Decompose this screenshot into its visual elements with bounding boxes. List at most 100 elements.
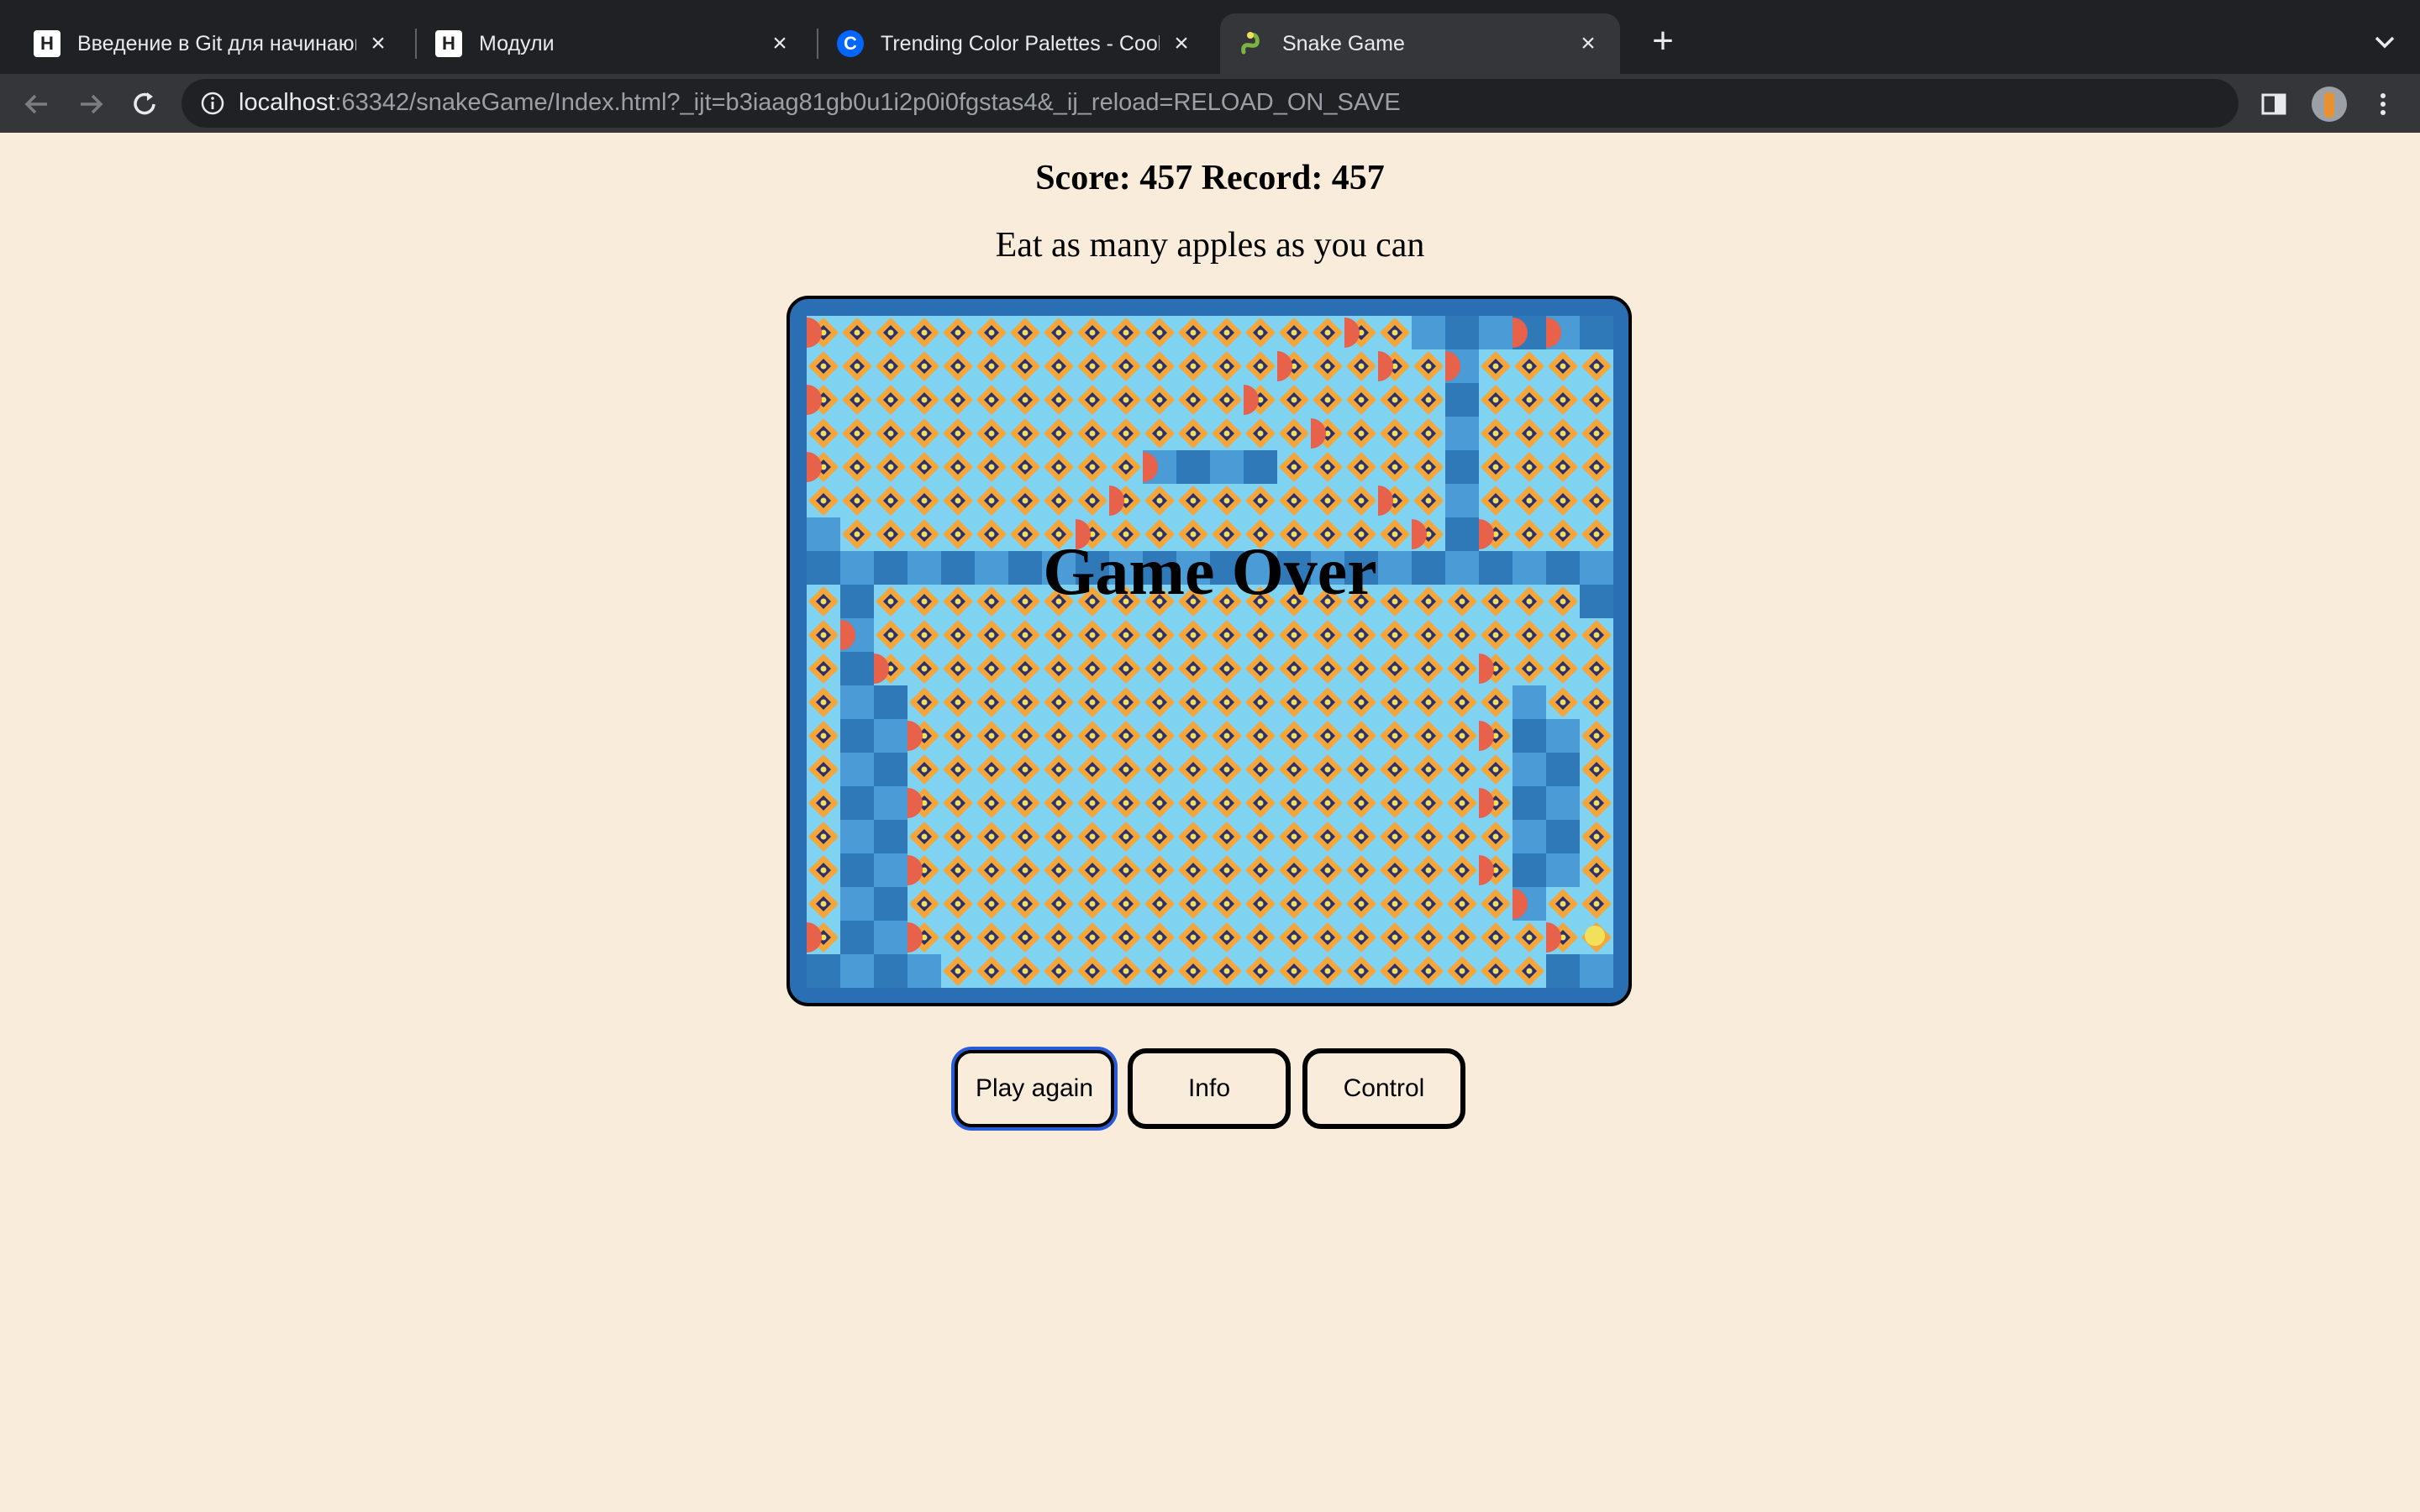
- snake-segment-dot: [1492, 632, 1499, 638]
- side-panel-button[interactable]: [2254, 84, 2294, 124]
- board-tile: [1412, 316, 1445, 349]
- avatar: [2312, 87, 2347, 122]
- forward-button[interactable]: [71, 84, 111, 124]
- snake-segment-dot: [1593, 464, 1600, 470]
- play-again-button[interactable]: Play again: [951, 1047, 1118, 1131]
- board-tile: [1176, 450, 1210, 484]
- snake-segment-dot: [1190, 934, 1197, 941]
- snake-segment-dot: [1291, 665, 1297, 672]
- snake-segment-dot: [1425, 934, 1432, 941]
- reload-icon: [134, 92, 155, 115]
- game-board[interactable]: [786, 296, 1632, 1006]
- new-tab-button[interactable]: +: [1643, 22, 1683, 62]
- side-panel-icon: [2261, 93, 2286, 115]
- snake-segment-dot: [1022, 430, 1028, 437]
- snake-segment-dot: [887, 329, 894, 336]
- snake-segment-dot: [1358, 632, 1365, 638]
- snake-segment-dot: [1190, 699, 1197, 706]
- snake-segment-dot: [1055, 464, 1062, 470]
- snake-segment-dot: [1526, 934, 1533, 941]
- snake-segment-dot: [1593, 363, 1600, 370]
- url-path: :63342/snakeGame/Index.html?_ijt=b3iaag8…: [334, 89, 1401, 116]
- snake-segment-dot: [1459, 732, 1465, 739]
- close-icon[interactable]: ×: [365, 30, 392, 57]
- tab-snake-game[interactable]: Snake Game ×: [1220, 13, 1620, 74]
- snake-segment-dot: [1089, 934, 1096, 941]
- snake-segment-dot: [1156, 430, 1163, 437]
- tab-modules[interactable]: H Модули ×: [417, 13, 812, 74]
- snake-segment-dot: [1223, 396, 1230, 403]
- snake-segment-dot: [1089, 968, 1096, 974]
- snake-segment-dot: [1022, 766, 1028, 773]
- snake-segment-dot: [1425, 867, 1432, 874]
- snake-segment-dot: [988, 329, 995, 336]
- snake-segment-dot: [1190, 833, 1197, 840]
- snake-segment-dot: [1123, 329, 1129, 336]
- snake-segment-dot: [1022, 464, 1028, 470]
- snake-segment-dot: [1324, 665, 1331, 672]
- board-tile: [840, 853, 874, 887]
- back-button[interactable]: [17, 84, 57, 124]
- snake-segment-dot: [1257, 968, 1264, 974]
- snake-segment-dot: [955, 396, 961, 403]
- close-icon[interactable]: ×: [1575, 30, 1602, 57]
- address-bar[interactable]: localhost:63342/snakeGame/Index.html?_ij…: [182, 79, 2238, 128]
- control-button[interactable]: Control: [1302, 1048, 1465, 1129]
- snake-segment-dot: [1593, 632, 1600, 638]
- snake-segment-dot: [988, 800, 995, 806]
- snake-segment-dot: [1392, 732, 1398, 739]
- close-icon[interactable]: ×: [766, 30, 793, 57]
- snake-segment-dot: [1089, 632, 1096, 638]
- snake-segment-dot: [1089, 363, 1096, 370]
- snake-segment-dot: [1291, 464, 1297, 470]
- info-button[interactable]: Info: [1128, 1048, 1291, 1129]
- board-tile: [874, 753, 908, 786]
- snake-segment-dot: [1459, 632, 1465, 638]
- snake-segment-dot: [1324, 934, 1331, 941]
- snake-segment-dot: [955, 497, 961, 504]
- snake-segment-dot: [921, 464, 928, 470]
- board-tile: [1512, 820, 1546, 853]
- close-icon[interactable]: ×: [1168, 30, 1195, 57]
- snake-segment-dot: [1358, 833, 1365, 840]
- snake-segment-dot: [955, 934, 961, 941]
- snake-segment-dot: [921, 766, 928, 773]
- snake-segment-dot: [1492, 430, 1499, 437]
- snake-segment-dot: [854, 430, 860, 437]
- snake-segment-dot: [1223, 665, 1230, 672]
- snake-segment-dot: [1392, 968, 1398, 974]
- snake-segment-dot: [820, 833, 827, 840]
- snake-segment-dot: [955, 329, 961, 336]
- board-tile: [1512, 719, 1546, 753]
- snake-segment-dot: [1291, 900, 1297, 907]
- snake-segment-dot: [1425, 699, 1432, 706]
- snake-segment-dot: [1190, 800, 1197, 806]
- board-tile: [1445, 316, 1479, 349]
- snake-segment-dot: [1190, 665, 1197, 672]
- reload-button[interactable]: [124, 84, 165, 124]
- snake-segment-dot: [1022, 632, 1028, 638]
- snake-segment-dot: [1257, 632, 1264, 638]
- snake-segment-dot: [1392, 867, 1398, 874]
- tab-git-intro[interactable]: H Введение в Git для начинающ ×: [15, 13, 410, 74]
- tab-search-button[interactable]: [2368, 22, 2402, 62]
- board-tile: [1445, 383, 1479, 417]
- snake-segment-dot: [1392, 329, 1398, 336]
- board-tile: [840, 786, 874, 820]
- snake-segment-dot: [1257, 430, 1264, 437]
- snake-segment-dot: [1291, 699, 1297, 706]
- snake-segment-dot: [1392, 833, 1398, 840]
- board-tile: [840, 685, 874, 719]
- snake-segment-dot: [955, 766, 961, 773]
- snake-segment-dot: [1392, 766, 1398, 773]
- snake-segment-dot: [1492, 766, 1499, 773]
- snake-segment-dot: [988, 665, 995, 672]
- board-tile: [1244, 450, 1277, 484]
- snake-segment-dot: [1560, 632, 1566, 638]
- menu-button[interactable]: [2363, 84, 2403, 124]
- game-canvas: [807, 316, 1613, 988]
- snake-segment-dot: [988, 900, 995, 907]
- snake-segment-dot: [1223, 430, 1230, 437]
- profile-button[interactable]: [2309, 84, 2349, 124]
- tab-coolors[interactable]: C Trending Color Palettes - Coolo ×: [818, 13, 1213, 74]
